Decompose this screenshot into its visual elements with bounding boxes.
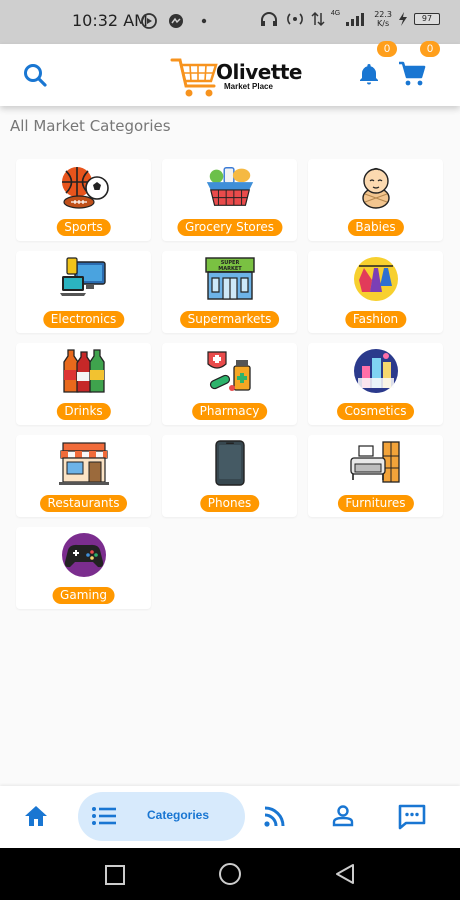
data-arrows-icon xyxy=(311,11,325,27)
hotspot-icon xyxy=(286,13,303,25)
status-bar: 10:32 AM 4G 22.3 K/s 97 xyxy=(0,0,460,44)
category-card-sports[interactable]: Sports xyxy=(16,159,151,241)
notifications-bell-icon[interactable] xyxy=(357,62,381,91)
category-label: Fashion xyxy=(344,311,407,328)
category-card-fashion[interactable]: Fashion xyxy=(308,251,443,333)
supermarket-store-icon: SUPER MARKET xyxy=(203,256,257,302)
cart-badge: 0 xyxy=(420,41,440,57)
app-bar: Olivette Market Place 0 0 xyxy=(0,41,460,106)
back-triangle-icon[interactable] xyxy=(334,863,356,890)
category-card-restaurants[interactable]: Restaurants xyxy=(16,435,151,517)
home-icon[interactable] xyxy=(23,804,49,833)
signal-icon xyxy=(346,13,365,26)
category-card-phones[interactable]: Phones xyxy=(162,435,297,517)
smartphone-icon xyxy=(203,440,257,486)
charging-icon xyxy=(399,12,407,26)
notifications-badge: 0 xyxy=(377,41,397,57)
nav-categories-label: Categories xyxy=(147,808,210,822)
category-label: Supermarkets xyxy=(179,311,280,328)
category-card-cosmetics[interactable]: Cosmetics xyxy=(308,343,443,425)
recent-apps-icon[interactable] xyxy=(104,864,126,891)
search-icon[interactable] xyxy=(22,62,48,93)
baby-icon xyxy=(349,164,403,210)
category-card-drinks[interactable]: Drinks xyxy=(16,343,151,425)
notification-icons xyxy=(141,13,207,29)
clothes-rack-icon xyxy=(349,256,403,302)
cosmetics-icon xyxy=(349,348,403,394)
battery-indicator: 97 xyxy=(414,13,440,25)
electronics-icon xyxy=(57,256,111,302)
status-time: 10:32 AM xyxy=(72,11,148,30)
category-card-gaming[interactable]: Gaming xyxy=(16,527,151,609)
rss-feed-icon[interactable] xyxy=(263,804,287,833)
shopping-cart-icon[interactable] xyxy=(398,61,426,92)
headphones-icon xyxy=(260,12,277,26)
category-label: Furnitures xyxy=(337,495,414,512)
category-label: Gaming xyxy=(52,587,115,604)
sports-balls-icon xyxy=(57,164,111,210)
bottles-icon xyxy=(57,348,111,394)
category-label: Electronics xyxy=(42,311,125,328)
section-title: All Market Categories xyxy=(10,117,171,135)
category-card-pharmacy[interactable]: Pharmacy xyxy=(162,343,297,425)
home-circle-icon[interactable] xyxy=(218,862,242,891)
brand-subtitle: Market Place xyxy=(224,82,273,91)
category-label: Pharmacy xyxy=(191,403,268,420)
category-card-supermarkets[interactable]: SUPER MARKET Supermarkets xyxy=(162,251,297,333)
category-label: Sports xyxy=(56,219,111,236)
system-navigation-bar xyxy=(0,848,460,900)
grocery-basket-icon xyxy=(203,164,257,210)
net-speed: 22.3 K/s xyxy=(374,10,392,28)
category-grid: Sports Grocery Stores Babies Electronics… xyxy=(16,159,444,609)
brand-logo[interactable]: Olivette Market Place xyxy=(170,54,303,100)
brand-name: Olivette xyxy=(216,60,303,84)
status-right-icons: 4G 22.3 K/s 97 xyxy=(259,10,440,28)
category-label: Babies xyxy=(347,219,404,236)
signal-label: 4G xyxy=(330,9,341,17)
profile-icon[interactable] xyxy=(331,804,355,833)
status-notification-icons xyxy=(140,12,210,34)
cart-logo-icon xyxy=(170,58,218,97)
net-speed-value: 22.3 xyxy=(374,10,392,19)
category-card-furnitures[interactable]: Furnitures xyxy=(308,435,443,517)
chat-icon[interactable] xyxy=(398,804,426,835)
category-card-electronics[interactable]: Electronics xyxy=(16,251,151,333)
nav-categories-tab[interactable]: Categories xyxy=(78,792,245,841)
gamepad-icon xyxy=(57,532,111,578)
furniture-icon xyxy=(349,440,403,486)
category-label: Drinks xyxy=(56,403,111,420)
net-speed-unit: K/s xyxy=(377,19,390,28)
list-icon xyxy=(92,807,116,825)
svg-text:MARKET: MARKET xyxy=(218,266,242,272)
category-label: Phones xyxy=(199,495,260,512)
bottom-navigation: Categories xyxy=(0,786,460,848)
restaurant-icon xyxy=(57,440,111,486)
category-card-babies[interactable]: Babies xyxy=(308,159,443,241)
category-label: Restaurants xyxy=(39,495,128,512)
category-card-grocery-stores[interactable]: Grocery Stores xyxy=(162,159,297,241)
medicine-icon xyxy=(203,348,257,394)
category-label: Grocery Stores xyxy=(176,219,283,236)
category-label: Cosmetics xyxy=(336,403,415,420)
